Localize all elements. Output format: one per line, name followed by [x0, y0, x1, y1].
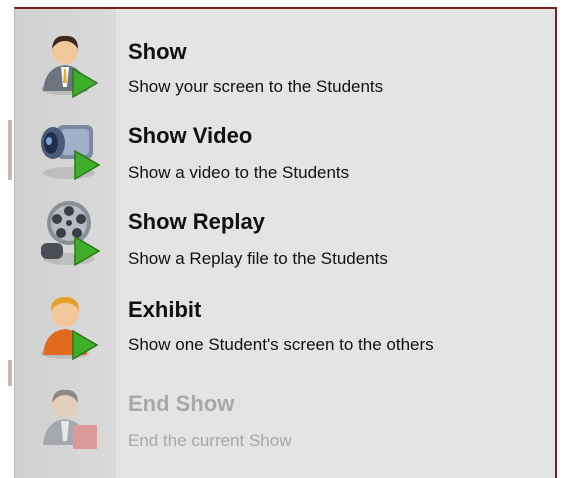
window-edge [0, 0, 14, 478]
menu-item-description: End the current Show [128, 431, 292, 450]
end-show-icon [43, 389, 97, 449]
menu-item-show-replay[interactable]: Show Replay Show a Replay file to the St… [15, 191, 555, 277]
menu-item-description: Show a video to the Students [128, 163, 350, 182]
video-camera-icon [41, 125, 101, 181]
menu-item-description: Show one Student's screen to the others [128, 335, 434, 354]
menu-item-title: Show Video [128, 123, 253, 148]
menu-item-description: Show a Replay file to the Students [128, 249, 388, 268]
student-exhibit-icon [41, 297, 99, 361]
menu-item-title: Show Replay [128, 209, 265, 234]
teacher-show-icon [41, 35, 99, 99]
window-edge-mark [8, 120, 12, 180]
film-reel-icon [41, 201, 101, 267]
menu-item-show[interactable]: Show Show your screen to the Students [15, 19, 555, 105]
window-edge-mark [8, 360, 12, 386]
menu-item-title: Show [128, 39, 187, 64]
menu-item-title: Exhibit [128, 297, 202, 322]
show-context-menu: Show Show your screen to the Students Sh… [14, 7, 557, 478]
menu-item-show-video[interactable]: Show Video Show a video to the Students [15, 105, 555, 191]
menu-item-description: Show your screen to the Students [128, 77, 384, 96]
menu-item-title: End Show [128, 391, 235, 416]
menu-item-end-show[interactable]: End Show End the current Show [15, 373, 555, 463]
menu-item-exhibit[interactable]: Exhibit Show one Student's screen to the… [15, 277, 555, 373]
